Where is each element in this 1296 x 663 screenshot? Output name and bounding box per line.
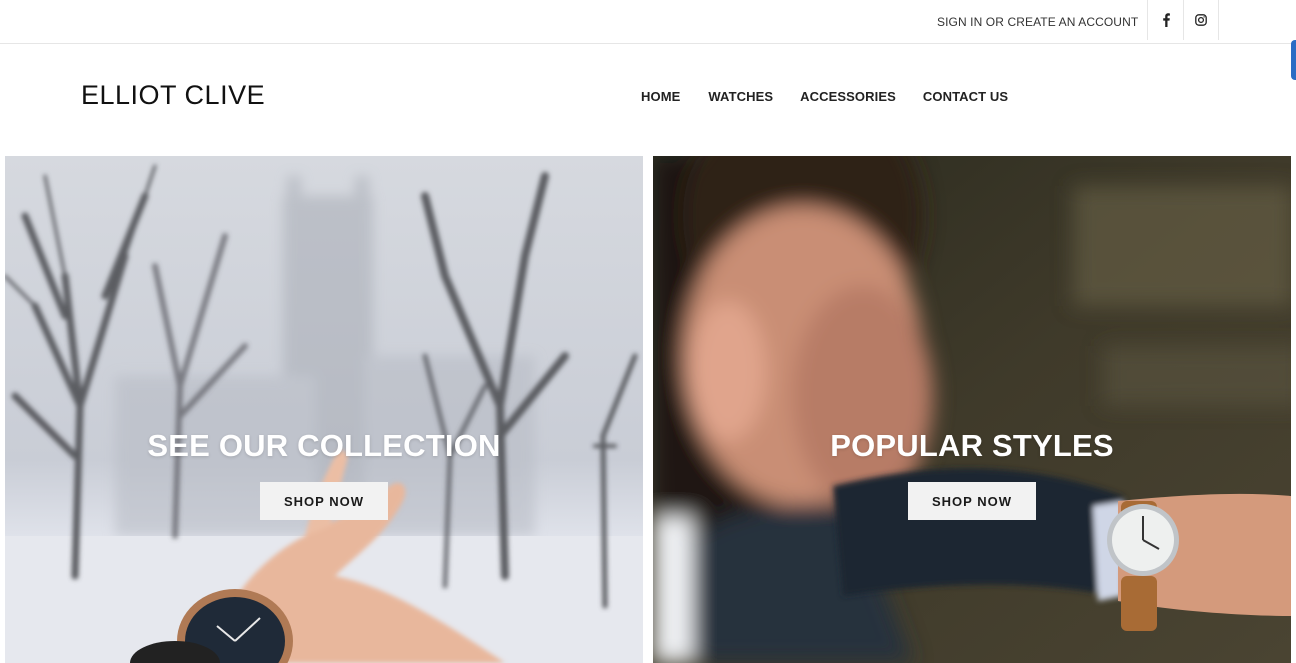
facebook-link[interactable]	[1147, 0, 1183, 40]
sign-in-link[interactable]: SIGN IN OR CREATE AN ACCOUNT	[937, 15, 1138, 29]
nav-contact-us[interactable]: CONTACT US	[923, 89, 1008, 104]
site-logo[interactable]: ELLIOT CLIVE	[81, 80, 265, 111]
nav-watches[interactable]: WATCHES	[708, 89, 773, 104]
instagram-link[interactable]	[1183, 0, 1219, 40]
side-feedback-tab[interactable]	[1291, 40, 1296, 80]
nav-accessories[interactable]: ACCESSORIES	[800, 89, 896, 104]
snowy-trees-watch-image	[5, 156, 643, 663]
facebook-icon	[1162, 13, 1170, 27]
instagram-icon	[1195, 14, 1207, 26]
man-checking-watch-image	[653, 156, 1291, 663]
shop-now-button-collection[interactable]: SHOP NOW	[260, 482, 388, 520]
collection-heading: SEE OUR COLLECTION	[147, 428, 501, 463]
main-nav: HOME WATCHES ACCESSORIES CONTACT US	[641, 89, 1008, 104]
popular-styles-heading: POPULAR STYLES	[830, 428, 1114, 463]
nav-home[interactable]: HOME	[641, 89, 680, 104]
hero-panel-popular-styles[interactable]: POPULAR STYLES SHOP NOW	[653, 156, 1291, 663]
top-utility-bar: SIGN IN OR CREATE AN ACCOUNT	[0, 0, 1296, 44]
shop-now-button-popular[interactable]: SHOP NOW	[908, 482, 1036, 520]
hero-panel-collection[interactable]: SEE OUR COLLECTION SHOP NOW	[5, 156, 643, 663]
